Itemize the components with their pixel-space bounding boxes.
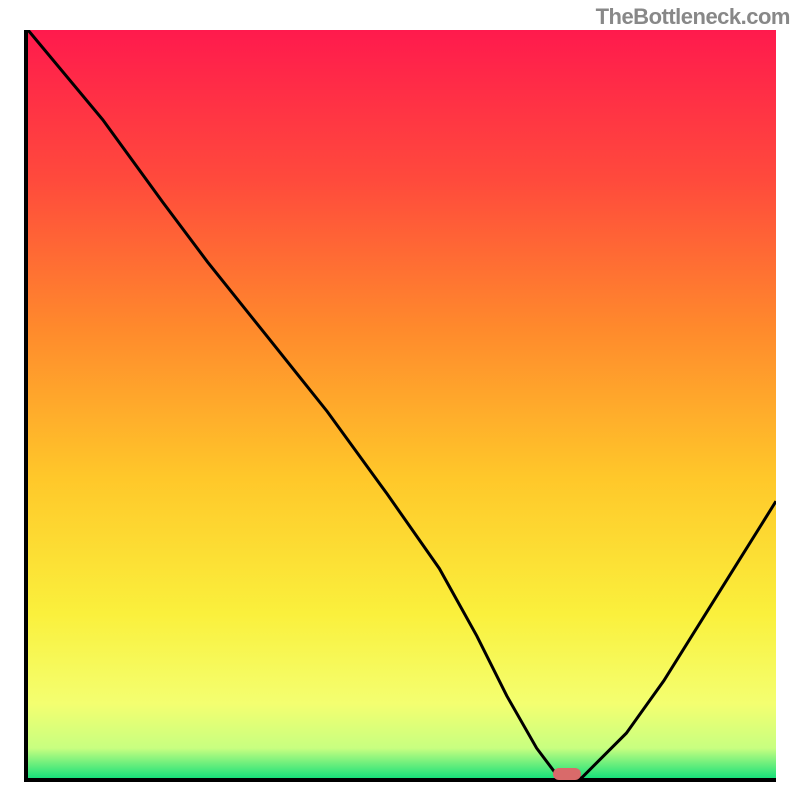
bottleneck-curve [28, 30, 776, 778]
watermark-text: TheBottleneck.com [596, 4, 790, 30]
plot-area [24, 30, 776, 782]
optimum-marker [553, 768, 581, 780]
